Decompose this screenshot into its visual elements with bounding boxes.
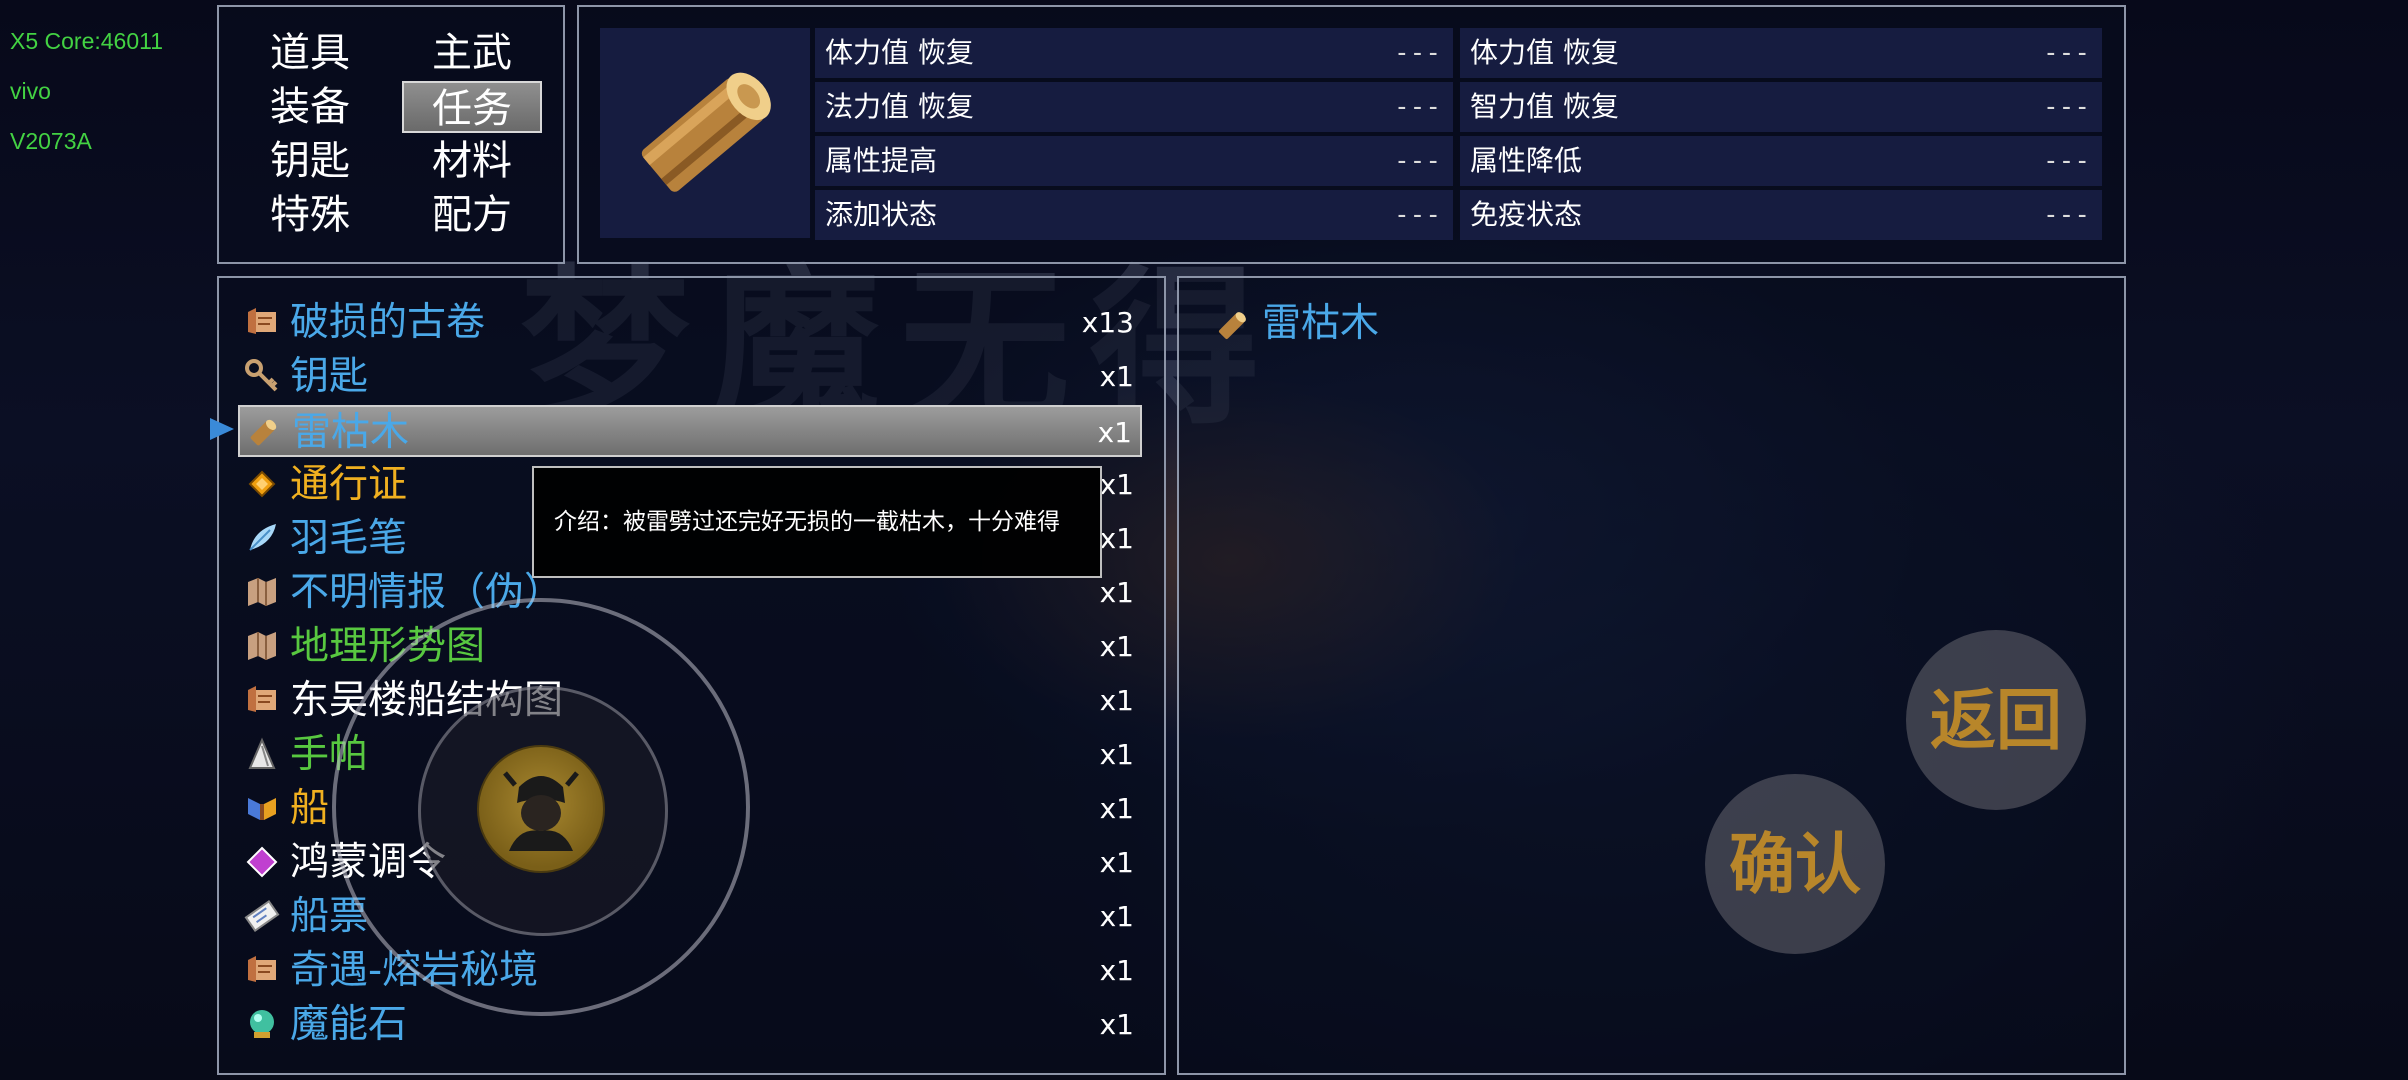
item-quantity: x1 <box>1099 684 1134 717</box>
item-quantity: x13 <box>1081 306 1134 339</box>
item-quantity: x1 <box>1099 630 1134 663</box>
device-core-text: X5 Core:46011 <box>10 28 164 54</box>
warrior-avatar-icon <box>503 771 579 851</box>
item-name: 船 <box>290 786 330 831</box>
stat-label: 属性降低 <box>1470 144 1583 177</box>
stat-row: 属性降低 --- <box>1460 136 2102 186</box>
item-quantity: x1 <box>1099 846 1134 879</box>
item-row[interactable]: 魔能石 x1 <box>238 999 1142 1051</box>
wooden-log-icon <box>1218 312 1246 340</box>
item-quantity: x1 <box>1099 792 1134 825</box>
item-quantity: x1 <box>1097 416 1132 449</box>
cloth-icon <box>244 736 280 772</box>
tooltip-text: 介绍：被雷劈过还完好无损的一截枯木，十分难得 <box>554 509 1060 535</box>
item-name: 雷枯木 <box>292 410 410 455</box>
purple-diamond-icon <box>244 844 280 880</box>
device-brand-text: vivo <box>10 78 51 104</box>
item-quantity: x1 <box>1099 738 1134 771</box>
confirm-button[interactable]: 确认 <box>1705 774 1885 954</box>
stat-row: 体力值 恢复 --- <box>1460 28 2102 78</box>
item-name: 羽毛笔 <box>290 516 408 561</box>
category-tab[interactable]: 主武 <box>402 27 542 79</box>
back-button[interactable]: 返回 <box>1906 630 2086 810</box>
category-tab[interactable]: 特殊 <box>240 189 380 241</box>
wooden-log-icon <box>641 72 771 192</box>
map-icon <box>244 574 280 610</box>
category-tab[interactable]: 任务 <box>402 81 542 133</box>
stat-label: 免疫状态 <box>1470 198 1583 231</box>
scroll-icon <box>244 682 280 718</box>
feather-icon <box>244 520 280 556</box>
stat-row: 法力值 恢复 --- <box>815 82 1453 132</box>
item-quantity: x1 <box>1099 900 1134 933</box>
stat-label: 添加状态 <box>825 198 938 231</box>
stat-label: 智力值 恢复 <box>1470 90 1619 123</box>
item-name: 钥匙 <box>290 354 369 399</box>
map-icon <box>244 628 280 664</box>
selection-arrow-icon <box>210 418 234 440</box>
joystick-knob[interactable] <box>477 745 605 873</box>
item-quantity: x1 <box>1099 1008 1134 1041</box>
item-name: 破损的古卷 <box>290 300 486 345</box>
stat-value: --- <box>1394 146 1441 176</box>
stat-value: --- <box>1394 38 1441 68</box>
item-row[interactable]: 破损的古卷 x13 <box>238 297 1142 349</box>
item-quantity: x1 <box>1099 576 1134 609</box>
ticket-icon <box>244 898 280 934</box>
category-tab[interactable]: 材料 <box>402 135 542 187</box>
boat-icon <box>244 790 280 826</box>
item-name: 魔能石 <box>290 1002 408 1047</box>
item-name: 通行证 <box>290 462 408 507</box>
stat-label: 法力值 恢复 <box>825 90 974 123</box>
category-tab[interactable]: 配方 <box>402 189 542 241</box>
scroll-icon <box>244 952 280 988</box>
key-icon <box>244 358 280 394</box>
item-row[interactable]: 雷枯木 x1 <box>238 405 1142 457</box>
wooden-log-icon <box>246 414 282 450</box>
scroll-icon <box>244 304 280 340</box>
item-quantity: x1 <box>1099 522 1134 555</box>
stat-value: --- <box>2043 38 2090 68</box>
device-model-text: V2073A <box>10 128 92 154</box>
item-description-tooltip: 介绍：被雷劈过还完好无损的一截枯木，十分难得 <box>532 466 1102 578</box>
orb-icon <box>244 1006 280 1042</box>
stat-value: --- <box>1394 200 1441 230</box>
stat-value: --- <box>2043 92 2090 122</box>
stat-label: 属性提高 <box>825 144 938 177</box>
item-row[interactable]: 钥匙 x1 <box>238 351 1142 403</box>
item-preview <box>600 28 810 238</box>
category-tab[interactable]: 装备 <box>240 81 380 133</box>
diamond-token-icon <box>244 466 280 502</box>
stat-row: 属性提高 --- <box>815 136 1453 186</box>
stat-value: --- <box>2043 200 2090 230</box>
stat-value: --- <box>2043 146 2090 176</box>
stat-row: 智力值 恢复 --- <box>1460 82 2102 132</box>
stat-row: 体力值 恢复 --- <box>815 28 1453 78</box>
stat-label: 体力值 恢复 <box>825 36 974 69</box>
item-quantity: x1 <box>1099 360 1134 393</box>
stat-row: 免疫状态 --- <box>1460 190 2102 240</box>
stat-value: --- <box>1394 92 1441 122</box>
detail-item-name: 雷枯木 <box>1262 301 1380 346</box>
category-tab[interactable]: 道具 <box>240 27 380 79</box>
stat-label: 体力值 恢复 <box>1470 36 1619 69</box>
stat-row: 添加状态 --- <box>815 190 1453 240</box>
category-tab[interactable]: 钥匙 <box>240 135 380 187</box>
item-quantity: x1 <box>1099 468 1134 501</box>
item-quantity: x1 <box>1099 954 1134 987</box>
